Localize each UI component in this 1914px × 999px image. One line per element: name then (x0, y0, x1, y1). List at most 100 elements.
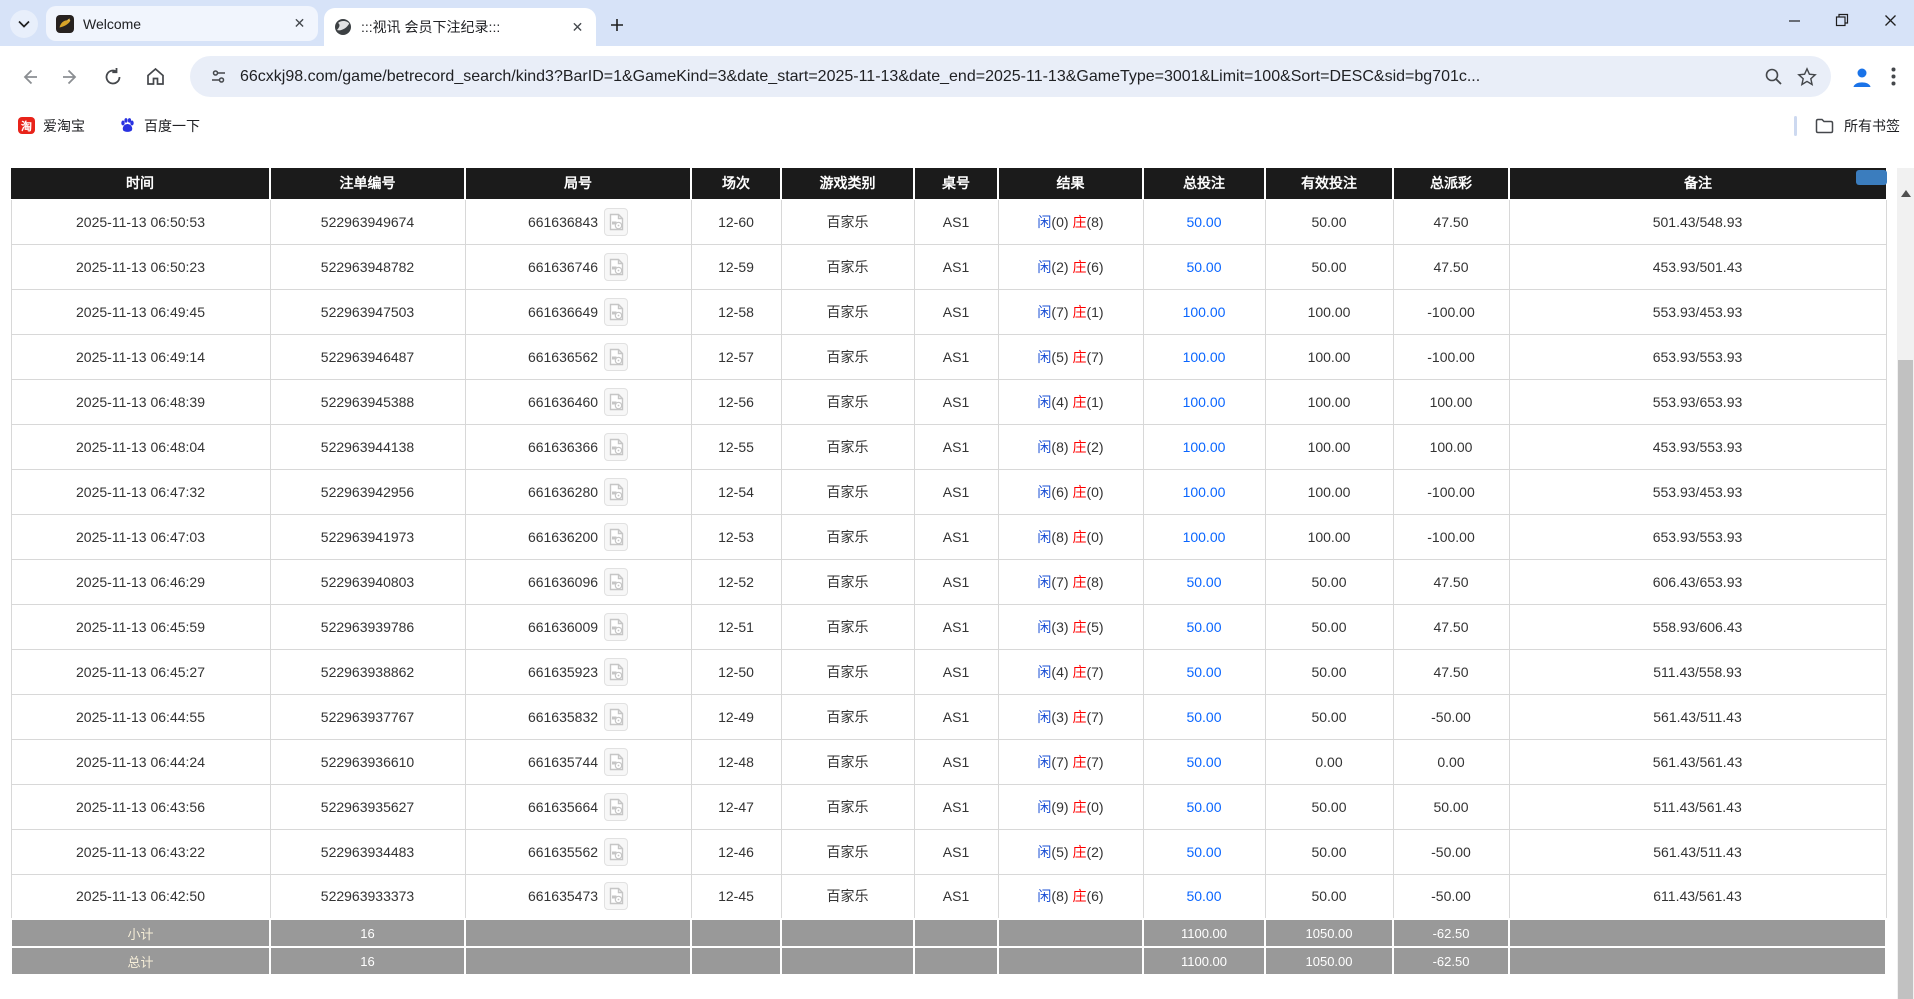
video-replay-button[interactable] (604, 568, 628, 596)
address-bar[interactable]: 66cxkj98.com/game/betrecord_search/kind3… (190, 56, 1831, 97)
window-minimize-button[interactable] (1770, 0, 1818, 40)
bet-id-cell: 522963939786 (270, 604, 465, 649)
round-cell: 661636096 (465, 559, 691, 604)
video-replay-button[interactable] (604, 838, 628, 866)
video-replay-button[interactable] (604, 433, 628, 461)
window-close-button[interactable] (1866, 0, 1914, 40)
round-number: 661636562 (528, 349, 598, 365)
total-bet-cell[interactable]: 50.00 (1143, 199, 1265, 244)
total-bet-link[interactable]: 100.00 (1183, 349, 1226, 365)
back-button[interactable] (12, 60, 46, 94)
partial-blue-button[interactable] (1856, 170, 1887, 185)
table-number-cell: AS1 (914, 604, 998, 649)
reload-button[interactable] (96, 60, 130, 94)
video-replay-button[interactable] (604, 793, 628, 821)
bet-record-row: 2025-11-13 06:50:53522963949674661636843… (11, 199, 1886, 244)
total-bet-link[interactable]: 50.00 (1186, 888, 1221, 904)
home-button[interactable] (138, 60, 172, 94)
total-bet-cell[interactable]: 100.00 (1143, 514, 1265, 559)
round-cell: 661636460 (465, 379, 691, 424)
video-replay-button[interactable] (604, 298, 628, 326)
bet-id-cell: 522963949674 (270, 199, 465, 244)
profile-avatar[interactable] (1847, 62, 1877, 92)
total-bet-cell[interactable]: 50.00 (1143, 649, 1265, 694)
tab-search-button[interactable] (10, 10, 38, 38)
total-bet-link[interactable]: 100.00 (1183, 484, 1226, 500)
total-bet-cell[interactable]: 100.00 (1143, 424, 1265, 469)
video-replay-button[interactable] (604, 253, 628, 281)
total-bet-cell[interactable]: 50.00 (1143, 559, 1265, 604)
all-bookmarks[interactable]: 所有书签 (1794, 116, 1900, 136)
remark-cell: 606.43/653.93 (1509, 559, 1886, 604)
total-bet-link[interactable]: 50.00 (1186, 574, 1221, 590)
video-replay-button[interactable] (604, 882, 628, 910)
total-bet-link[interactable]: 50.00 (1186, 619, 1221, 635)
total-bet-link[interactable]: 100.00 (1183, 394, 1226, 410)
valid-bet-cell: 50.00 (1265, 784, 1393, 829)
total-bet-link[interactable]: 50.00 (1186, 844, 1221, 860)
total-bet-link[interactable]: 100.00 (1183, 439, 1226, 455)
video-replay-button[interactable] (604, 523, 628, 551)
total-bet-cell[interactable]: 100.00 (1143, 334, 1265, 379)
banker-result: 庄 (1072, 754, 1086, 770)
bookmark-star-icon[interactable] (1797, 67, 1817, 87)
video-replay-button[interactable] (604, 343, 628, 371)
total-bet-cell[interactable]: 100.00 (1143, 289, 1265, 334)
totals-valid-bet-cell: 1050.00 (1265, 947, 1393, 975)
payout-cell: -50.00 (1393, 694, 1509, 739)
total-bet-cell[interactable]: 50.00 (1143, 874, 1265, 919)
window-restore-button[interactable] (1818, 0, 1866, 40)
total-bet-link[interactable]: 50.00 (1186, 709, 1221, 725)
tab-bet-records[interactable]: :::视讯 会员下注纪录::: ✕ (324, 8, 596, 46)
payout-cell: -50.00 (1393, 829, 1509, 874)
banker-result: 庄 (1072, 259, 1086, 275)
game-type-cell: 百家乐 (781, 829, 914, 874)
video-replay-button[interactable] (604, 703, 628, 731)
game-type-cell: 百家乐 (781, 244, 914, 289)
total-bet-link[interactable]: 50.00 (1186, 259, 1221, 275)
total-bet-link[interactable]: 100.00 (1183, 304, 1226, 320)
table-number-cell: AS1 (914, 514, 998, 559)
video-replay-button[interactable] (604, 658, 628, 686)
banker-result: 庄 (1072, 214, 1086, 230)
total-bet-link[interactable]: 50.00 (1186, 664, 1221, 680)
total-bet-link[interactable]: 50.00 (1186, 799, 1221, 815)
total-bet-cell[interactable]: 100.00 (1143, 379, 1265, 424)
total-bet-cell[interactable]: 50.00 (1143, 784, 1265, 829)
total-bet-cell[interactable]: 50.00 (1143, 244, 1265, 289)
remark-cell: 561.43/561.43 (1509, 739, 1886, 784)
session-cell: 12-52 (691, 559, 781, 604)
total-bet-link[interactable]: 50.00 (1186, 214, 1221, 230)
kebab-menu-icon[interactable] (1891, 67, 1896, 86)
video-replay-button[interactable] (604, 388, 628, 416)
video-replay-button[interactable] (604, 208, 628, 236)
scrollbar-thumb[interactable] (1898, 360, 1913, 999)
total-bet-cell[interactable]: 50.00 (1143, 604, 1265, 649)
bookmark-aitaobao[interactable]: 淘 爱淘宝 (14, 113, 89, 139)
tab-close-icon[interactable]: ✕ (291, 15, 308, 32)
video-replay-button[interactable] (604, 748, 628, 776)
url-text[interactable]: 66cxkj98.com/game/betrecord_search/kind3… (240, 68, 1754, 86)
tab-close-icon[interactable]: ✕ (569, 19, 586, 36)
scrollbar-up-arrow-icon[interactable] (1901, 190, 1911, 197)
valid-bet-cell: 50.00 (1265, 559, 1393, 604)
bet-id-cell: 522963944138 (270, 424, 465, 469)
payout-cell: 47.50 (1393, 244, 1509, 289)
zoom-icon[interactable] (1764, 67, 1783, 86)
bookmark-baidu[interactable]: 百度一下 (115, 113, 204, 139)
total-bet-link[interactable]: 50.00 (1186, 754, 1221, 770)
tab-welcome[interactable]: Welcome ✕ (46, 6, 318, 41)
video-replay-button[interactable] (604, 613, 628, 641)
site-info-icon[interactable] (204, 63, 232, 91)
new-tab-button[interactable] (602, 10, 632, 40)
total-bet-cell[interactable]: 50.00 (1143, 739, 1265, 784)
total-bet-cell[interactable]: 100.00 (1143, 469, 1265, 514)
video-replay-button[interactable] (604, 478, 628, 506)
total-bet-cell[interactable]: 50.00 (1143, 829, 1265, 874)
total-bet-cell[interactable]: 50.00 (1143, 694, 1265, 739)
home-icon (145, 66, 166, 87)
page-scrollbar[interactable] (1897, 168, 1914, 999)
total-bet-link[interactable]: 100.00 (1183, 529, 1226, 545)
forward-button[interactable] (54, 60, 88, 94)
valid-bet-cell: 100.00 (1265, 334, 1393, 379)
